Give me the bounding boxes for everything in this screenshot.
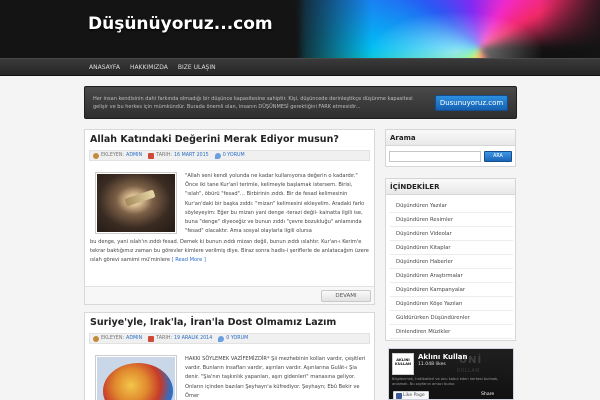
globe-map-image	[103, 363, 173, 400]
intro-banner: Her insan kendisinin dahi farkında olmad…	[84, 86, 517, 119]
calendar-icon	[148, 152, 155, 159]
read-more-link[interactable]: [ Read More ]	[172, 257, 206, 263]
toc-item[interactable]: Düşündüren Köşe Yazıları	[390, 297, 513, 311]
toc-item[interactable]: Düşündüren Videolar	[390, 227, 513, 241]
page-name[interactable]: Aklını Kullan	[418, 353, 467, 361]
cover-watermark-sub: KULLAN	[457, 368, 480, 374]
site-title[interactable]: Düşünüyoruz...com	[88, 14, 273, 34]
toc-item[interactable]: Düşündüren Resimler	[390, 213, 513, 227]
nav-item-home[interactable]: ANASAYFA	[84, 59, 125, 77]
post-author[interactable]: ADMIN	[126, 153, 142, 158]
post-comments-link[interactable]: 0 YORUM	[223, 153, 245, 158]
search-widget: Arama ARA	[385, 129, 516, 167]
toc-item[interactable]: Düşündüren Kitaplar	[390, 241, 513, 255]
post-card: Suriye'yle, Irak'la, İran'la Dost Olmamı…	[84, 312, 375, 400]
post-excerpt: "Allah seni kendi yolunda ne kadar kulla…	[185, 173, 365, 235]
post-excerpt: HAKKI SÖYLEMEK VAZİFEMİZDİR* Şii mezhebi…	[185, 356, 366, 399]
post-comments-link[interactable]: 0 YORUM	[226, 336, 248, 341]
site-link-button[interactable]: Dusunuyoruz.com	[435, 95, 508, 111]
comment-icon	[218, 335, 225, 342]
toc-item[interactable]: Dinlendiren Müzikler	[390, 325, 513, 339]
toc-item[interactable]: Düşündüren Araştırmalar	[390, 269, 513, 283]
search-widget-title: Arama	[386, 130, 515, 146]
post-excerpt-continued: bu denge, yani ıslah'ın zıddı fesad. Dem…	[90, 239, 369, 264]
page-description: Bilgilenmek, hakikatleri ve onu kabul ed…	[392, 377, 499, 386]
post-meta: EKLEYEN: ADMIN TARIH: 16 MART 2015 0 YORUM	[89, 150, 370, 161]
comment-icon	[214, 152, 221, 159]
nav-item-contact[interactable]: BIZE ULAŞIN	[173, 59, 221, 77]
calendar-icon	[148, 335, 155, 342]
toc-widget-title: İÇİNDEKİLER	[386, 179, 515, 195]
share-button[interactable]: Share	[481, 391, 511, 399]
intro-text: Her insan kendisinin dahi farkında olmad…	[93, 96, 413, 110]
page-avatar[interactable]: AKLINI KULLAN	[392, 353, 414, 375]
like-page-button[interactable]: Like Page	[393, 391, 429, 399]
facebook-icon	[396, 393, 402, 399]
search-button[interactable]: ARA	[484, 151, 512, 162]
toc-item[interactable]: Düşündüren Kampanyalar	[390, 283, 513, 297]
post-meta: EKLEYEN: ADMIN TARIH: 19 ARALIK 2014 0 YOR…	[89, 333, 370, 344]
toc-item[interactable]: Düşündüren Haberler	[390, 255, 513, 269]
post-thumbnail[interactable]	[95, 172, 177, 234]
post-card: Allah Katındaki Değerini Merak Ediyor mu…	[84, 129, 375, 305]
post-title[interactable]: Suriye'yle, Irak'la, İran'la Dost Olmamı…	[90, 317, 336, 328]
user-icon	[93, 335, 99, 342]
post-title[interactable]: Allah Katındaki Değerini Merak Ediyor mu…	[90, 134, 339, 145]
user-icon	[93, 152, 99, 159]
post-author[interactable]: ADMIN	[126, 336, 142, 341]
nav-item-about[interactable]: HAKKIMIZDA	[125, 59, 173, 77]
facebook-page-widget: ÜNİ KULLAN AKLINI KULLAN Aklını Kullan 1…	[388, 348, 514, 400]
toc-item[interactable]: Düşündüren Yazılar	[390, 199, 513, 213]
main-nav: ANASAYFA HAKKIMIZDA BIZE ULAŞIN	[0, 58, 600, 76]
page-likes: 11.048 likes	[418, 362, 446, 367]
post-date: 19 ARALIK 2014	[173, 336, 213, 341]
toc-item[interactable]: Güldürürken Düşündürenler	[390, 311, 513, 325]
post-date: 16 MART 2015	[173, 153, 209, 158]
post-footer: DEVAMI	[85, 286, 374, 304]
toc-list: Düşündüren Yazılar Düşündüren Resimler D…	[390, 199, 513, 339]
toc-widget: İÇİNDEKİLER Düşündüren Yazılar Düşündüre…	[385, 178, 516, 341]
site-header: Düşünüyoruz...com	[0, 0, 600, 58]
search-input[interactable]	[389, 151, 481, 162]
post-thumbnail[interactable]	[95, 355, 177, 400]
continue-button[interactable]: DEVAMI	[321, 290, 371, 302]
